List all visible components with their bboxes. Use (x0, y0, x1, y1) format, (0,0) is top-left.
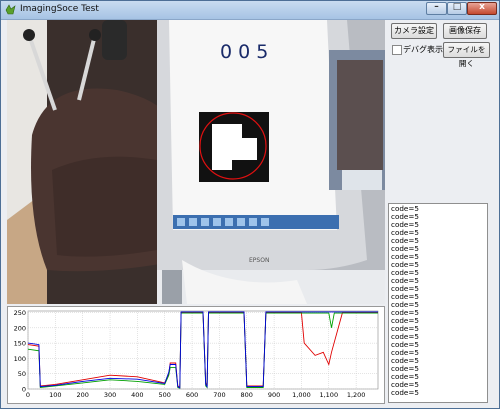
x-tick-label: 700 (213, 391, 225, 399)
y-tick-label: 250 (14, 309, 26, 317)
histogram-chart: 250 200 150 100 50 0 0 100 200 300 400 500 600 700 800… (7, 306, 385, 404)
debug-checkbox[interactable] (392, 45, 402, 55)
minimize-icon: – (434, 2, 439, 12)
y-tick-label: 100 (14, 355, 26, 363)
chart-svg: 2502001501005000 100 200 300 400 500 600 700 800… (14, 309, 379, 399)
log-line: code=5 (391, 388, 419, 397)
maximize-button[interactable]: □ (447, 2, 467, 15)
save-image-button[interactable]: 画像保存 (443, 23, 487, 39)
debug-checkbox-label: デバグ表示 (403, 45, 443, 54)
open-file-button[interactable]: ファイルを開く (443, 42, 490, 68)
camera-settings-button[interactable]: カメラ設定 (391, 23, 437, 39)
close-button[interactable]: x (467, 2, 497, 15)
app-icon (5, 4, 16, 15)
monitor-brand-text: EPSON (249, 257, 269, 264)
x-tick-label: 300 (104, 391, 116, 399)
x-tick-label: 1,200 (347, 391, 366, 399)
close-icon: x (479, 2, 485, 12)
x-tick-label: 900 (268, 391, 280, 399)
log-listbox[interactable]: code=5 code=5 code=5 code=5 code=5 code=5 code… (388, 203, 488, 403)
y-tick-label: 50 (18, 370, 26, 378)
x-tick-label: 500 (159, 391, 171, 399)
x-tick-label: 800 (241, 391, 253, 399)
x-tick-label: 600 (186, 391, 198, 399)
window-title: ImagingSoce Test (20, 4, 99, 14)
maximize-icon: □ (452, 2, 462, 12)
x-tick-label: 1,000 (292, 391, 311, 399)
screen-number-text: 0 0 5 (220, 41, 268, 63)
x-tick-label: 0 (26, 391, 30, 399)
y-tick-label: 200 (14, 324, 26, 332)
minimize-button[interactable]: – (426, 2, 447, 15)
x-tick-label: 1,100 (319, 391, 338, 399)
title-bar[interactable]: ImagingSoce Test – □ x (1, 1, 499, 20)
y-tick-label: 150 (14, 340, 26, 348)
x-tick-label: 100 (49, 391, 61, 399)
x-tick-label: 200 (76, 391, 88, 399)
camera-image: 0 0 5 EPSON (7, 20, 385, 304)
x-tick-label: 400 (131, 391, 143, 399)
camera-preview: 0 0 5 EPSON (7, 20, 385, 304)
